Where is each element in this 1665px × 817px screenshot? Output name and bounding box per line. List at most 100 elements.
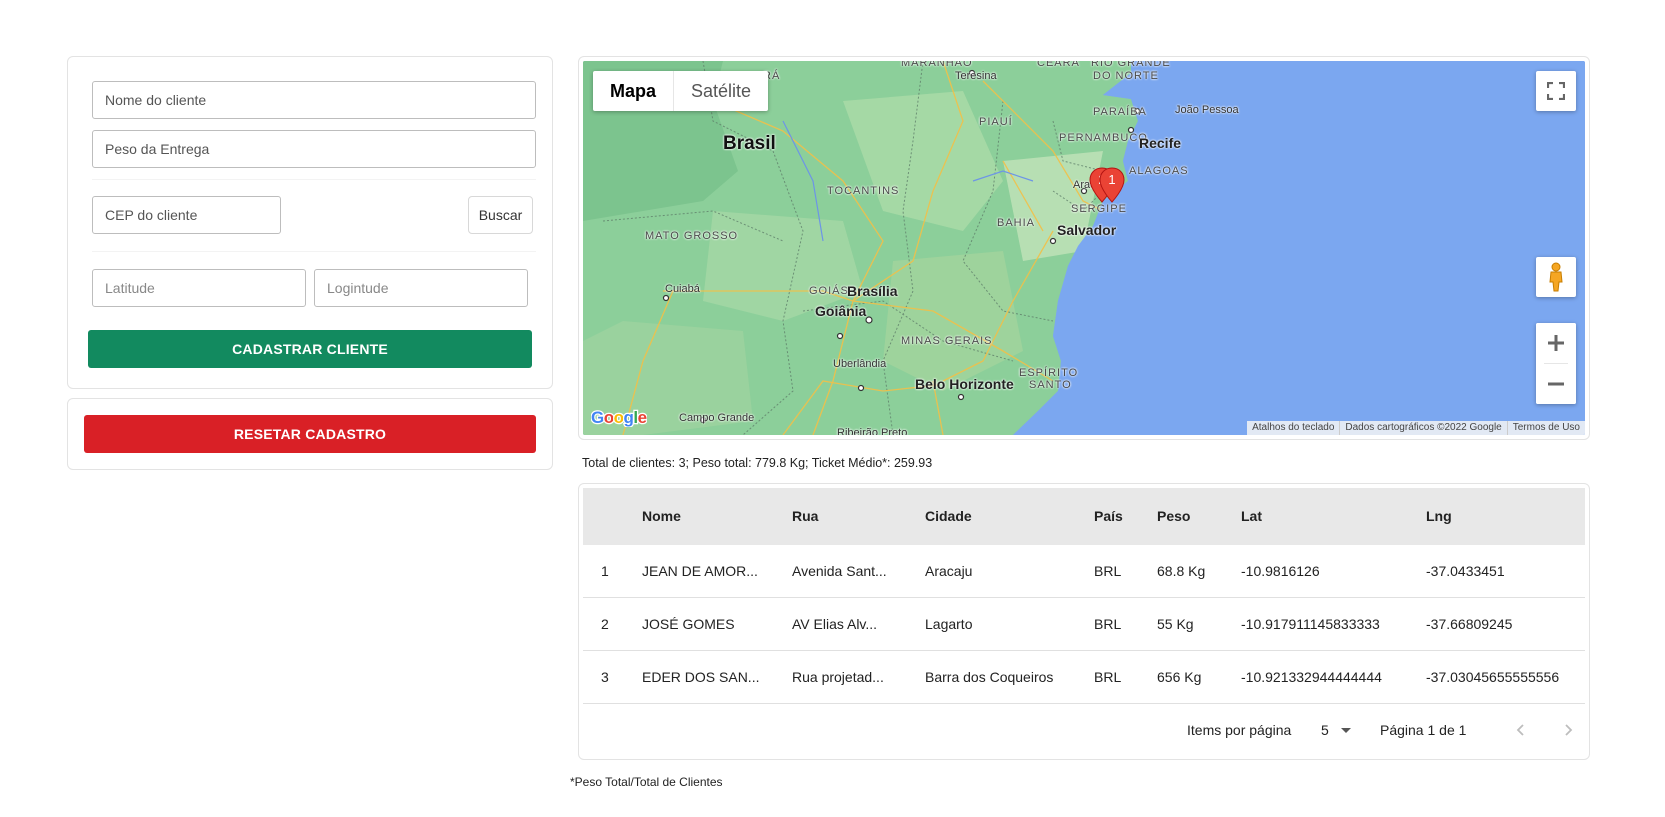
column-header-lng[interactable]: Lng xyxy=(1426,508,1452,524)
map-marker-label: 1 xyxy=(1108,172,1116,187)
cell-lng: -37.66809245 xyxy=(1426,616,1513,632)
map-label-campo-grande: Campo Grande xyxy=(679,412,755,424)
minus-icon xyxy=(1548,382,1564,386)
cell-lng: -37.0433451 xyxy=(1426,563,1505,579)
map-label-cuiaba: Cuiabá xyxy=(665,283,700,295)
map-label-tocantins: TOCANTINS xyxy=(827,185,900,197)
table-row[interactable]: 3 EDER DOS SAN... Rua projetad... Barra … xyxy=(583,651,1585,704)
client-form-card: Buscar CADASTRAR CLIENTE xyxy=(67,56,553,389)
latitude-input[interactable] xyxy=(92,269,306,307)
map-label-joao-pessoa: João Pessoa xyxy=(1175,104,1239,116)
cell-lat: -10.921332944444444 xyxy=(1241,669,1382,685)
chevron-right-icon xyxy=(1565,724,1573,736)
google-logo-image: Google xyxy=(590,407,649,429)
map-label-pernambuco: PERNAMBUCO xyxy=(1059,132,1148,144)
next-page-button[interactable] xyxy=(1554,716,1582,744)
map-label-goias: GOIÁS xyxy=(809,285,849,297)
divider xyxy=(92,251,536,252)
google-logo: Google xyxy=(590,407,649,432)
reset-registration-button[interactable]: RESETAR CADASTRO xyxy=(84,415,536,453)
cell-nome: JEAN DE AMOR... xyxy=(642,563,758,579)
cell-rua: Rua projetad... xyxy=(792,669,884,685)
column-header-lat[interactable]: Lat xyxy=(1241,508,1262,524)
summary-stats: Total de clientes: 3; Peso total: 779.8 … xyxy=(582,456,933,470)
terms-of-use-link[interactable]: Termos de Uso xyxy=(1506,421,1585,435)
cell-nome: EDER DOS SAN... xyxy=(642,669,760,685)
search-cep-button[interactable]: Buscar xyxy=(468,196,533,234)
plus-icon xyxy=(1548,335,1564,351)
map-label-brasilia: Brasília xyxy=(847,283,898,299)
cell-lat: -10.917911145833333 xyxy=(1241,616,1380,632)
map-label-piaui: PIAUÍ xyxy=(979,116,1013,128)
map-label-brasil: Brasil xyxy=(723,133,776,154)
map-marker-1[interactable]: 1 xyxy=(1099,167,1125,203)
cep-input[interactable] xyxy=(92,196,281,234)
map-type-satelite-button[interactable]: Satélite xyxy=(674,71,768,111)
table-row[interactable]: 2 JOSÉ GOMES AV Elias Alv... Lagarto BRL… xyxy=(583,598,1585,651)
map-label-ceara: CEARÁ xyxy=(1037,61,1080,69)
reset-card: RESETAR CADASTRO xyxy=(67,398,553,470)
zoom-control xyxy=(1536,323,1576,404)
table-row[interactable]: 1 JEAN DE AMOR... Avenida Sant... Aracaj… xyxy=(583,545,1585,598)
column-header-peso[interactable]: Peso xyxy=(1157,508,1190,524)
cell-pais: BRL xyxy=(1094,669,1122,685)
chevron-left-icon xyxy=(1516,724,1524,736)
previous-page-button[interactable] xyxy=(1507,716,1535,744)
map-label-alagoas: ALAGOAS xyxy=(1129,165,1189,177)
map-label-teresina: Teresina xyxy=(955,70,997,82)
register-client-button[interactable]: CADASTRAR CLIENTE xyxy=(88,330,532,368)
map-label-rio-grande: RIO GRANDE xyxy=(1091,61,1171,69)
map-label-recife: Recife xyxy=(1139,135,1182,151)
cell-cidade: Aracaju xyxy=(925,563,973,579)
caret-down-icon xyxy=(1341,728,1351,733)
map-attribution-bar: Atalhos do teclado Dados cartográficos ©… xyxy=(1247,421,1585,435)
longitude-input[interactable] xyxy=(314,269,528,307)
column-header-pais[interactable]: País xyxy=(1094,508,1123,524)
map-view[interactable]: MARANHÃO Teresina CEARÁ RIO GRANDE DO NO… xyxy=(583,61,1585,435)
map-label-espirito: ESPÍRITO xyxy=(1019,367,1079,379)
client-name-input[interactable] xyxy=(92,81,536,119)
paginator: Items por página 5 Página 1 de 1 xyxy=(583,704,1585,756)
page-size-select[interactable]: 5 xyxy=(1321,718,1359,742)
pegman-icon xyxy=(1549,262,1563,292)
items-per-page-label: Items por página xyxy=(1187,722,1292,738)
cell-peso: 656 Kg xyxy=(1157,669,1202,685)
map-label-salvador: Salvador xyxy=(1057,222,1117,238)
cell-peso: 68.8 Kg xyxy=(1157,563,1206,579)
map-label-sergipe: SERGIPE xyxy=(1071,203,1127,215)
cell-index: 2 xyxy=(601,616,609,632)
delivery-weight-input[interactable] xyxy=(92,130,536,168)
divider xyxy=(92,179,536,180)
cell-index: 1 xyxy=(601,563,609,579)
map-card: MARANHÃO Teresina CEARÁ RIO GRANDE DO NO… xyxy=(578,56,1590,440)
zoom-out-button[interactable] xyxy=(1536,364,1576,404)
cell-index: 3 xyxy=(601,669,609,685)
column-header-cidade[interactable]: Cidade xyxy=(925,508,972,524)
map-label-maranhao: MARANHÃO xyxy=(901,61,973,69)
keyboard-shortcuts-link[interactable]: Atalhos do teclado xyxy=(1247,421,1339,435)
cell-rua: AV Elias Alv... xyxy=(792,616,878,632)
map-label-uberlandia: Uberlândia xyxy=(833,358,887,370)
page-range-label: Página 1 de 1 xyxy=(1380,722,1467,738)
fullscreen-button[interactable] xyxy=(1536,71,1576,111)
map-label-mato-grosso: MATO GROSSO xyxy=(645,230,739,242)
map-type-mapa-button[interactable]: Mapa xyxy=(593,71,675,111)
map-base-terrain xyxy=(583,61,1585,435)
street-view-button[interactable] xyxy=(1536,257,1576,297)
map-label-minas-gerais: MINAS GERAIS xyxy=(901,335,993,347)
column-header-nome[interactable]: Nome xyxy=(642,508,681,524)
cell-nome: JOSÉ GOMES xyxy=(642,616,735,632)
cell-lat: -10.9816126 xyxy=(1241,563,1320,579)
map-data-attribution: Dados cartográficos ©2022 Google xyxy=(1339,421,1506,435)
table-header: Nome Rua Cidade País Peso Lat Lng xyxy=(583,488,1585,545)
map-type-control: Mapa Satélite xyxy=(593,71,769,111)
cell-rua: Avenida Sant... xyxy=(792,563,887,579)
cell-lng: -37.03045655555556 xyxy=(1426,669,1560,685)
fullscreen-icon xyxy=(1547,82,1565,100)
cell-pais: BRL xyxy=(1094,563,1122,579)
clients-table-card: Nome Rua Cidade País Peso Lat Lng 1 JEAN… xyxy=(578,483,1590,760)
map-label-bahia: BAHIA xyxy=(997,217,1036,229)
column-header-rua[interactable]: Rua xyxy=(792,508,818,524)
zoom-in-button[interactable] xyxy=(1536,323,1576,363)
map-label-ribeirao-preto: Ribeirão Preto xyxy=(837,427,908,435)
